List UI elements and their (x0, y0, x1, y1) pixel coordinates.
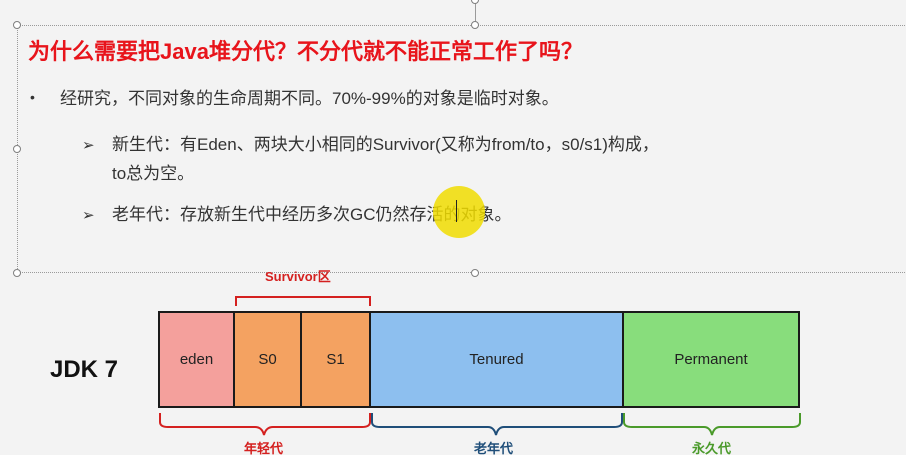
slide-canvas[interactable]: 为什么需要把Java堆分代？不分代就不能正常工作了吗？ • 经研究，不同对象的生命… (0, 0, 906, 455)
resize-handle-top-left[interactable] (13, 21, 21, 29)
sub-item-continuation: to总为空。 (112, 164, 195, 183)
resize-handle-bottom-middle[interactable] (471, 269, 479, 277)
survivor-brace (235, 296, 371, 306)
bullet-point[interactable]: • 经研究，不同对象的生命周期不同。70%-99%的对象是临时对象。 (30, 84, 559, 109)
bullet-text: 经研究，不同对象的生命周期不同。70%-99%的对象是临时对象。 (60, 89, 559, 108)
heap-segment-tenured: Tenured (369, 311, 624, 408)
heap-segment-eden: eden (158, 311, 235, 408)
segment-label: Tenured (469, 351, 524, 368)
rotation-handle[interactable] (471, 0, 479, 4)
young-gen-brace (159, 413, 371, 436)
perm-gen-label: 永久代 (692, 441, 732, 455)
perm-gen-brace (623, 413, 801, 436)
mouse-pointer-highlight (433, 186, 485, 238)
young-gen-label: 年轻代 (244, 441, 284, 455)
heap-segment-s1: S1 (300, 311, 371, 408)
segment-label: Permanent (674, 351, 748, 368)
sub-item-young-gen[interactable]: ➢ 新生代：有Eden、两块大小相同的Survivor(又称为from/to，s0… (82, 130, 659, 155)
jdk-version-label: JDK 7 (50, 356, 119, 383)
arrow-bullet-icon: ➢ (82, 137, 95, 154)
heap-segment-s0: S0 (233, 311, 302, 408)
segment-label: eden (179, 351, 214, 368)
text-caret (456, 200, 457, 222)
old-gen-label: 老年代 (474, 441, 514, 455)
arrow-bullet-icon: ➢ (82, 207, 95, 224)
old-gen-brace (371, 413, 623, 436)
resize-handle-top-middle[interactable] (471, 21, 479, 29)
bullet-glyph: • (30, 89, 35, 105)
resize-handle-middle-left[interactable] (13, 145, 21, 153)
segment-label: S1 (326, 351, 345, 368)
segment-label: S0 (258, 351, 277, 368)
survivor-area-label: Survivor区 (265, 269, 331, 284)
sub-item-text: 新生代：有Eden、两块大小相同的Survivor(又称为from/to，s0/… (112, 135, 659, 154)
resize-handle-bottom-left[interactable] (13, 269, 21, 277)
heap-segment-permanent: Permanent (622, 311, 800, 408)
slide-title[interactable]: 为什么需要把Java堆分代？不分代就不能正常工作了吗？ (28, 34, 583, 66)
